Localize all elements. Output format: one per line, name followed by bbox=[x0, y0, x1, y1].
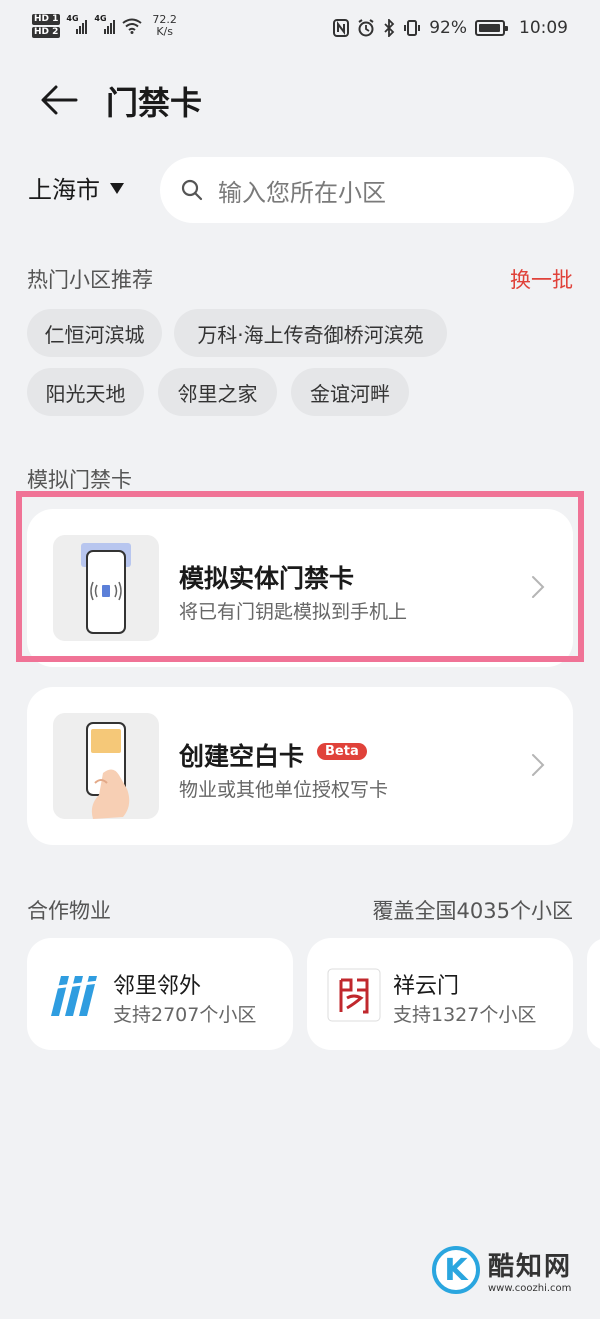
partner-count: 支持1327个小区 bbox=[393, 1004, 537, 1026]
simulate-card-heading: 模拟门禁卡 bbox=[27, 468, 132, 492]
search-placeholder: 输入您所在小区 bbox=[218, 178, 386, 207]
community-chip[interactable]: 金谊河畔 bbox=[291, 368, 409, 416]
sim2-hd-badge: HD 2 bbox=[32, 27, 61, 38]
site-watermark: K 酷知网 www.coozhi.com bbox=[431, 1246, 572, 1294]
nfc-icon bbox=[333, 19, 350, 37]
create-blank-card-option[interactable]: 创建空白卡 Beta 物业或其他单位授权写卡 bbox=[27, 687, 573, 845]
partner-card[interactable]: 邻里邻外 支持2707个小区 bbox=[27, 938, 293, 1050]
community-chip[interactable]: 邻里之家 bbox=[158, 368, 277, 416]
partner-name: 邻里邻外 bbox=[113, 974, 202, 999]
status-bar: HD 1 HD 2 4G 4G 72.2 K/s 92% 10:09 bbox=[0, 0, 600, 60]
city-label: 上海市 bbox=[28, 176, 100, 204]
chevron-right-icon bbox=[532, 754, 545, 776]
app-header: 门禁卡 bbox=[0, 70, 600, 130]
back-button[interactable] bbox=[38, 80, 80, 120]
xiangyunmen-logo-icon bbox=[327, 968, 381, 1022]
wifi-icon bbox=[122, 18, 143, 34]
bluetooth-icon bbox=[384, 19, 395, 37]
partner-name: 祥云门 bbox=[393, 974, 460, 999]
community-chip[interactable]: 阳光天地 bbox=[27, 368, 144, 416]
sim1-hd-badge: HD 1 bbox=[32, 14, 61, 25]
battery-percent: 92% bbox=[429, 18, 467, 38]
partners-heading: 合作物业 bbox=[27, 899, 111, 923]
phone-hand-illustration bbox=[53, 713, 159, 819]
partner-count: 支持2707个小区 bbox=[113, 1004, 257, 1026]
blank-card-subtitle: 物业或其他单位授权写卡 bbox=[179, 779, 389, 801]
community-chip[interactable]: 万科·海上传奇御桥河滨苑 bbox=[174, 309, 447, 357]
beta-badge: Beta bbox=[317, 743, 367, 760]
blank-card-title: 创建空白卡 bbox=[179, 742, 305, 771]
network-speed: 72.2 K/s bbox=[152, 13, 177, 38]
vibrate-icon bbox=[404, 20, 421, 36]
battery-icon bbox=[475, 20, 508, 36]
coverage-text: 覆盖全国4035个小区 bbox=[372, 899, 573, 923]
community-chip[interactable]: 仁恒河滨城 bbox=[27, 309, 162, 357]
highlight-frame bbox=[16, 491, 584, 662]
city-selector[interactable]: 上海市 bbox=[28, 170, 124, 205]
signal-1-icon: 4G bbox=[66, 14, 88, 34]
community-search-input[interactable]: 输入您所在小区 bbox=[160, 157, 574, 223]
coozhi-logo-icon: K bbox=[431, 1246, 480, 1294]
partner-card-partial[interactable] bbox=[587, 938, 600, 1050]
linlilinwai-logo-icon bbox=[48, 976, 100, 1016]
alarm-icon bbox=[358, 19, 374, 37]
search-icon bbox=[181, 179, 203, 201]
dropdown-triangle-icon bbox=[110, 183, 124, 194]
back-arrow-icon bbox=[41, 85, 78, 115]
signal-2-icon: 4G bbox=[94, 14, 116, 34]
refresh-button[interactable]: 换一批 bbox=[510, 264, 573, 294]
partner-card[interactable]: 祥云门 支持1327个小区 bbox=[307, 938, 573, 1050]
hot-communities-heading: 热门小区推荐 bbox=[27, 268, 153, 292]
page-title: 门禁卡 bbox=[106, 84, 203, 122]
clock: 10:09 bbox=[519, 18, 568, 38]
watermark-name: 酷知网 bbox=[487, 1252, 572, 1282]
watermark-url: www.coozhi.com bbox=[487, 1283, 572, 1294]
